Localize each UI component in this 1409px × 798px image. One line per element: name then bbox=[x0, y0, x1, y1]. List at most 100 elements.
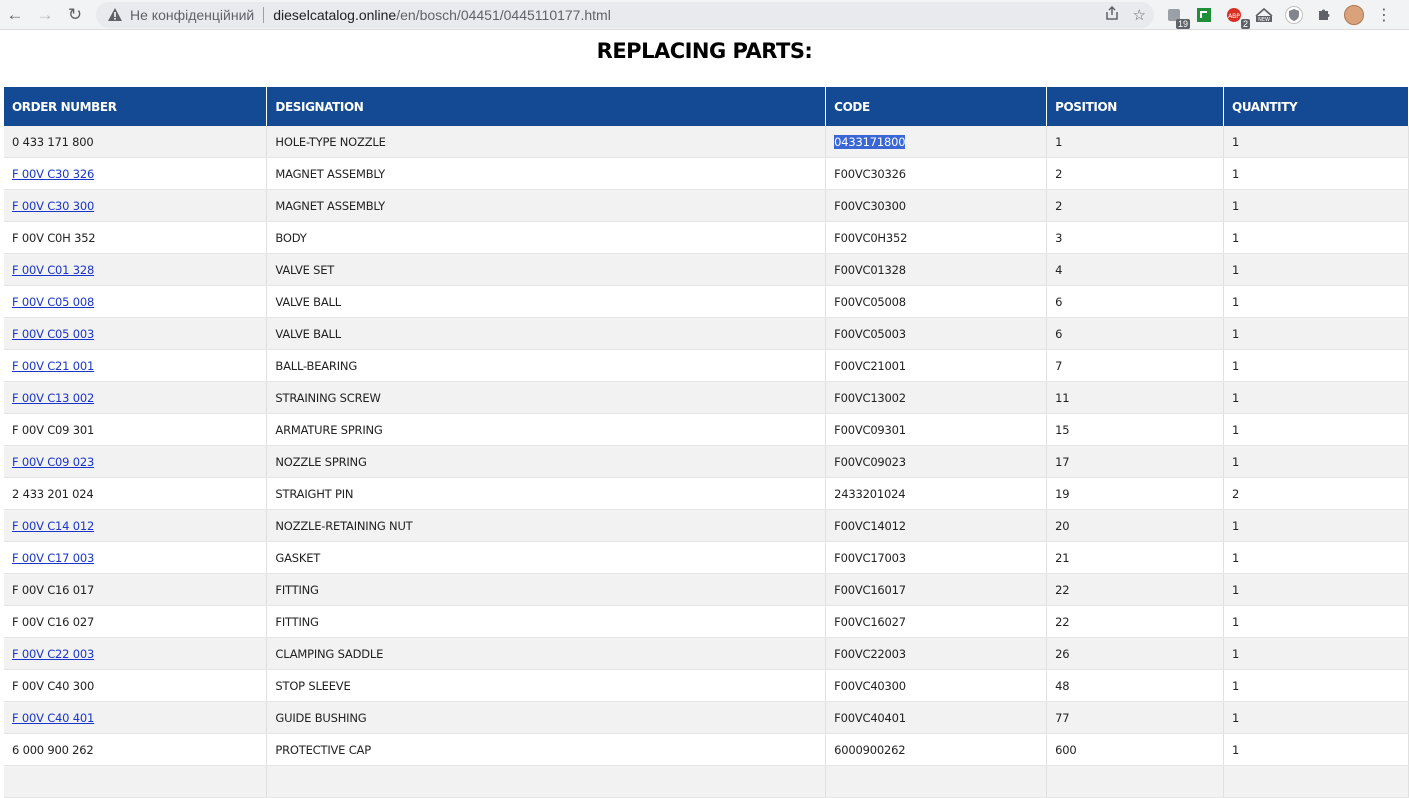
back-icon[interactable]: ← bbox=[0, 0, 30, 30]
order-number-link[interactable]: F 00V C13 002 bbox=[12, 391, 94, 405]
position-cell: 22 bbox=[1046, 573, 1225, 606]
column-header-order-number[interactable]: ORDER NUMBER bbox=[4, 87, 268, 126]
code-cell: F00VC01328 bbox=[825, 253, 1048, 286]
order-number-link[interactable]: F 00V C09 023 bbox=[12, 455, 94, 469]
quantity-cell: 1 bbox=[1223, 317, 1409, 350]
url-path[interactable]: /en/bosch/04451/0445110177.html bbox=[396, 7, 611, 23]
shield-ext-icon[interactable] bbox=[1284, 5, 1304, 25]
profile-avatar[interactable] bbox=[1344, 4, 1364, 25]
order-number-cell: F 00V C40 401 bbox=[4, 701, 268, 734]
order-number-cell: F 00V C16 017 bbox=[4, 573, 268, 606]
abp-badge: 2 bbox=[1240, 18, 1250, 29]
table-row: F 00V C14 012 NOZZLE-RETAINING NUT F00VC14… bbox=[4, 509, 1409, 542]
code-cell: 6000900262 bbox=[825, 733, 1048, 766]
column-header-position[interactable]: POSITION bbox=[1046, 87, 1225, 126]
designation-cell: STRAIGHT PIN bbox=[266, 477, 827, 510]
designation-cell: PROTECTIVE CAP bbox=[266, 733, 827, 766]
browser-toolbar: ← → ↻ Не конфіденційний dieselcatalog.on… bbox=[0, 0, 1409, 30]
position-cell: 7 bbox=[1046, 349, 1225, 382]
order-number-link[interactable]: F 00V C14 012 bbox=[12, 519, 94, 533]
address-bar[interactable]: Не конфіденційний dieselcatalog.online/e… bbox=[96, 1, 1154, 28]
share-icon[interactable] bbox=[1105, 5, 1119, 24]
position-cell: 21 bbox=[1046, 541, 1225, 574]
table-row: F 00V C05 008 VALVE BALL F00VC05008 6 1 bbox=[4, 285, 1409, 318]
order-number-link[interactable]: F 00V C30 326 bbox=[12, 167, 94, 181]
position-cell: 11 bbox=[1046, 381, 1225, 414]
forward-icon[interactable]: → bbox=[30, 0, 60, 30]
code-cell: F00VC14012 bbox=[825, 509, 1048, 542]
position-cell: 22 bbox=[1046, 605, 1225, 638]
code-cell: F00VC05008 bbox=[825, 285, 1048, 318]
order-number-cell: F 00V C30 326 bbox=[4, 157, 268, 190]
designation-cell: GUIDE BUSHING bbox=[266, 701, 827, 734]
designation-cell: VALVE SET bbox=[266, 253, 827, 286]
order-number-cell: F 00V C05 003 bbox=[4, 317, 268, 350]
designation-cell: NOZZLE-RETAINING NUT bbox=[266, 509, 827, 542]
table-row: F 00V C30 326 MAGNET ASSEMBLY F00VC30326 2 1 bbox=[4, 157, 1409, 190]
quantity-cell: 1 bbox=[1223, 509, 1409, 542]
designation-cell: ARMATURE SPRING bbox=[266, 413, 827, 446]
order-number-link[interactable]: F 00V C22 003 bbox=[12, 647, 94, 661]
order-number-link[interactable]: F 00V C30 300 bbox=[12, 199, 94, 213]
url-host[interactable]: dieselcatalog.online bbox=[273, 7, 396, 23]
order-number-cell: 0 433 171 800 bbox=[4, 126, 268, 158]
reload-icon[interactable]: ↻ bbox=[60, 0, 90, 30]
reader-icon[interactable]: 19 bbox=[1164, 5, 1190, 29]
table-row bbox=[4, 765, 1409, 798]
quantity-cell: 1 bbox=[1223, 285, 1409, 318]
quantity-cell: 1 bbox=[1223, 541, 1409, 574]
order-number-cell: F 00V C21 001 bbox=[4, 349, 268, 382]
designation-cell: HOLE-TYPE NOZZLE bbox=[266, 126, 827, 158]
order-number-link[interactable]: F 00V C17 003 bbox=[12, 551, 94, 565]
order-number-link[interactable]: F 00V C40 401 bbox=[12, 711, 94, 725]
menu-icon[interactable]: ⋮ bbox=[1374, 5, 1394, 25]
column-header-code[interactable]: CODE bbox=[825, 87, 1048, 126]
not-secure-label[interactable]: Не конфіденційний bbox=[130, 7, 254, 23]
code-cell: F00VC40300 bbox=[825, 669, 1048, 702]
quantity-cell: 1 bbox=[1223, 189, 1409, 222]
quantity-cell bbox=[1223, 765, 1409, 798]
address-separator bbox=[263, 6, 265, 23]
table-row: F 00V C16 027 FITTING F00VC16027 22 1 bbox=[4, 605, 1409, 638]
table-row: F 00V C40 401 GUIDE BUSHING F00VC40401 77 1 bbox=[4, 701, 1409, 734]
bookmark-star-icon[interactable]: ☆ bbox=[1133, 6, 1146, 24]
designation-cell: CLAMPING SADDLE bbox=[266, 637, 827, 670]
order-number-cell: F 00V C13 002 bbox=[4, 381, 268, 414]
selected-code-text: 0433171800 bbox=[834, 134, 906, 149]
designation-cell: MAGNET ASSEMBLY bbox=[266, 157, 827, 190]
designation-cell bbox=[266, 765, 827, 798]
order-number-link[interactable]: F 00V C21 001 bbox=[12, 359, 94, 373]
abp-icon[interactable]: ABP 2 bbox=[1224, 5, 1250, 29]
code-cell: 2433201024 bbox=[825, 477, 1048, 510]
order-number-cell: F 00V C0H 352 bbox=[4, 221, 268, 254]
table-row: F 00V C17 003 GASKET F00VC17003 21 1 bbox=[4, 541, 1409, 574]
green-ext-icon[interactable] bbox=[1194, 5, 1214, 25]
quantity-cell: 1 bbox=[1223, 413, 1409, 446]
order-number-link[interactable]: F 00V C05 003 bbox=[12, 327, 94, 341]
svg-text:ABP: ABP bbox=[1228, 13, 1240, 20]
table-row: F 00V C22 003 CLAMPING SADDLE F00VC22003 26… bbox=[4, 637, 1409, 670]
order-number-link[interactable]: F 00V C05 008 bbox=[12, 295, 94, 309]
position-cell: 2 bbox=[1046, 157, 1225, 190]
order-number-cell: F 00V C17 003 bbox=[4, 541, 268, 574]
new-ext-icon[interactable]: NEW bbox=[1254, 5, 1274, 25]
designation-cell: FITTING bbox=[266, 605, 827, 638]
column-header-designation[interactable]: DESIGNATION bbox=[266, 87, 827, 126]
quantity-cell: 1 bbox=[1223, 669, 1409, 702]
column-header-quantity[interactable]: QUANTITY bbox=[1223, 87, 1409, 126]
order-number-cell bbox=[4, 765, 268, 798]
designation-cell: BALL-BEARING bbox=[266, 349, 827, 382]
code-cell: F00VC30326 bbox=[825, 157, 1048, 190]
designation-cell: FITTING bbox=[266, 573, 827, 606]
table-row: F 00V C09 301 ARMATURE SPRING F00VC09301 15… bbox=[4, 413, 1409, 446]
order-number-link[interactable]: F 00V C01 328 bbox=[12, 263, 94, 277]
warning-icon[interactable] bbox=[106, 6, 124, 24]
quantity-cell: 1 bbox=[1223, 126, 1409, 158]
code-cell: F00VC0H352 bbox=[825, 221, 1048, 254]
designation-cell: GASKET bbox=[266, 541, 827, 574]
quantity-cell: 1 bbox=[1223, 349, 1409, 382]
svg-text:NEW: NEW bbox=[1258, 17, 1270, 23]
puzzle-icon[interactable] bbox=[1314, 5, 1334, 25]
code-cell: 0433171800 bbox=[825, 126, 1048, 158]
position-cell: 15 bbox=[1046, 413, 1225, 446]
